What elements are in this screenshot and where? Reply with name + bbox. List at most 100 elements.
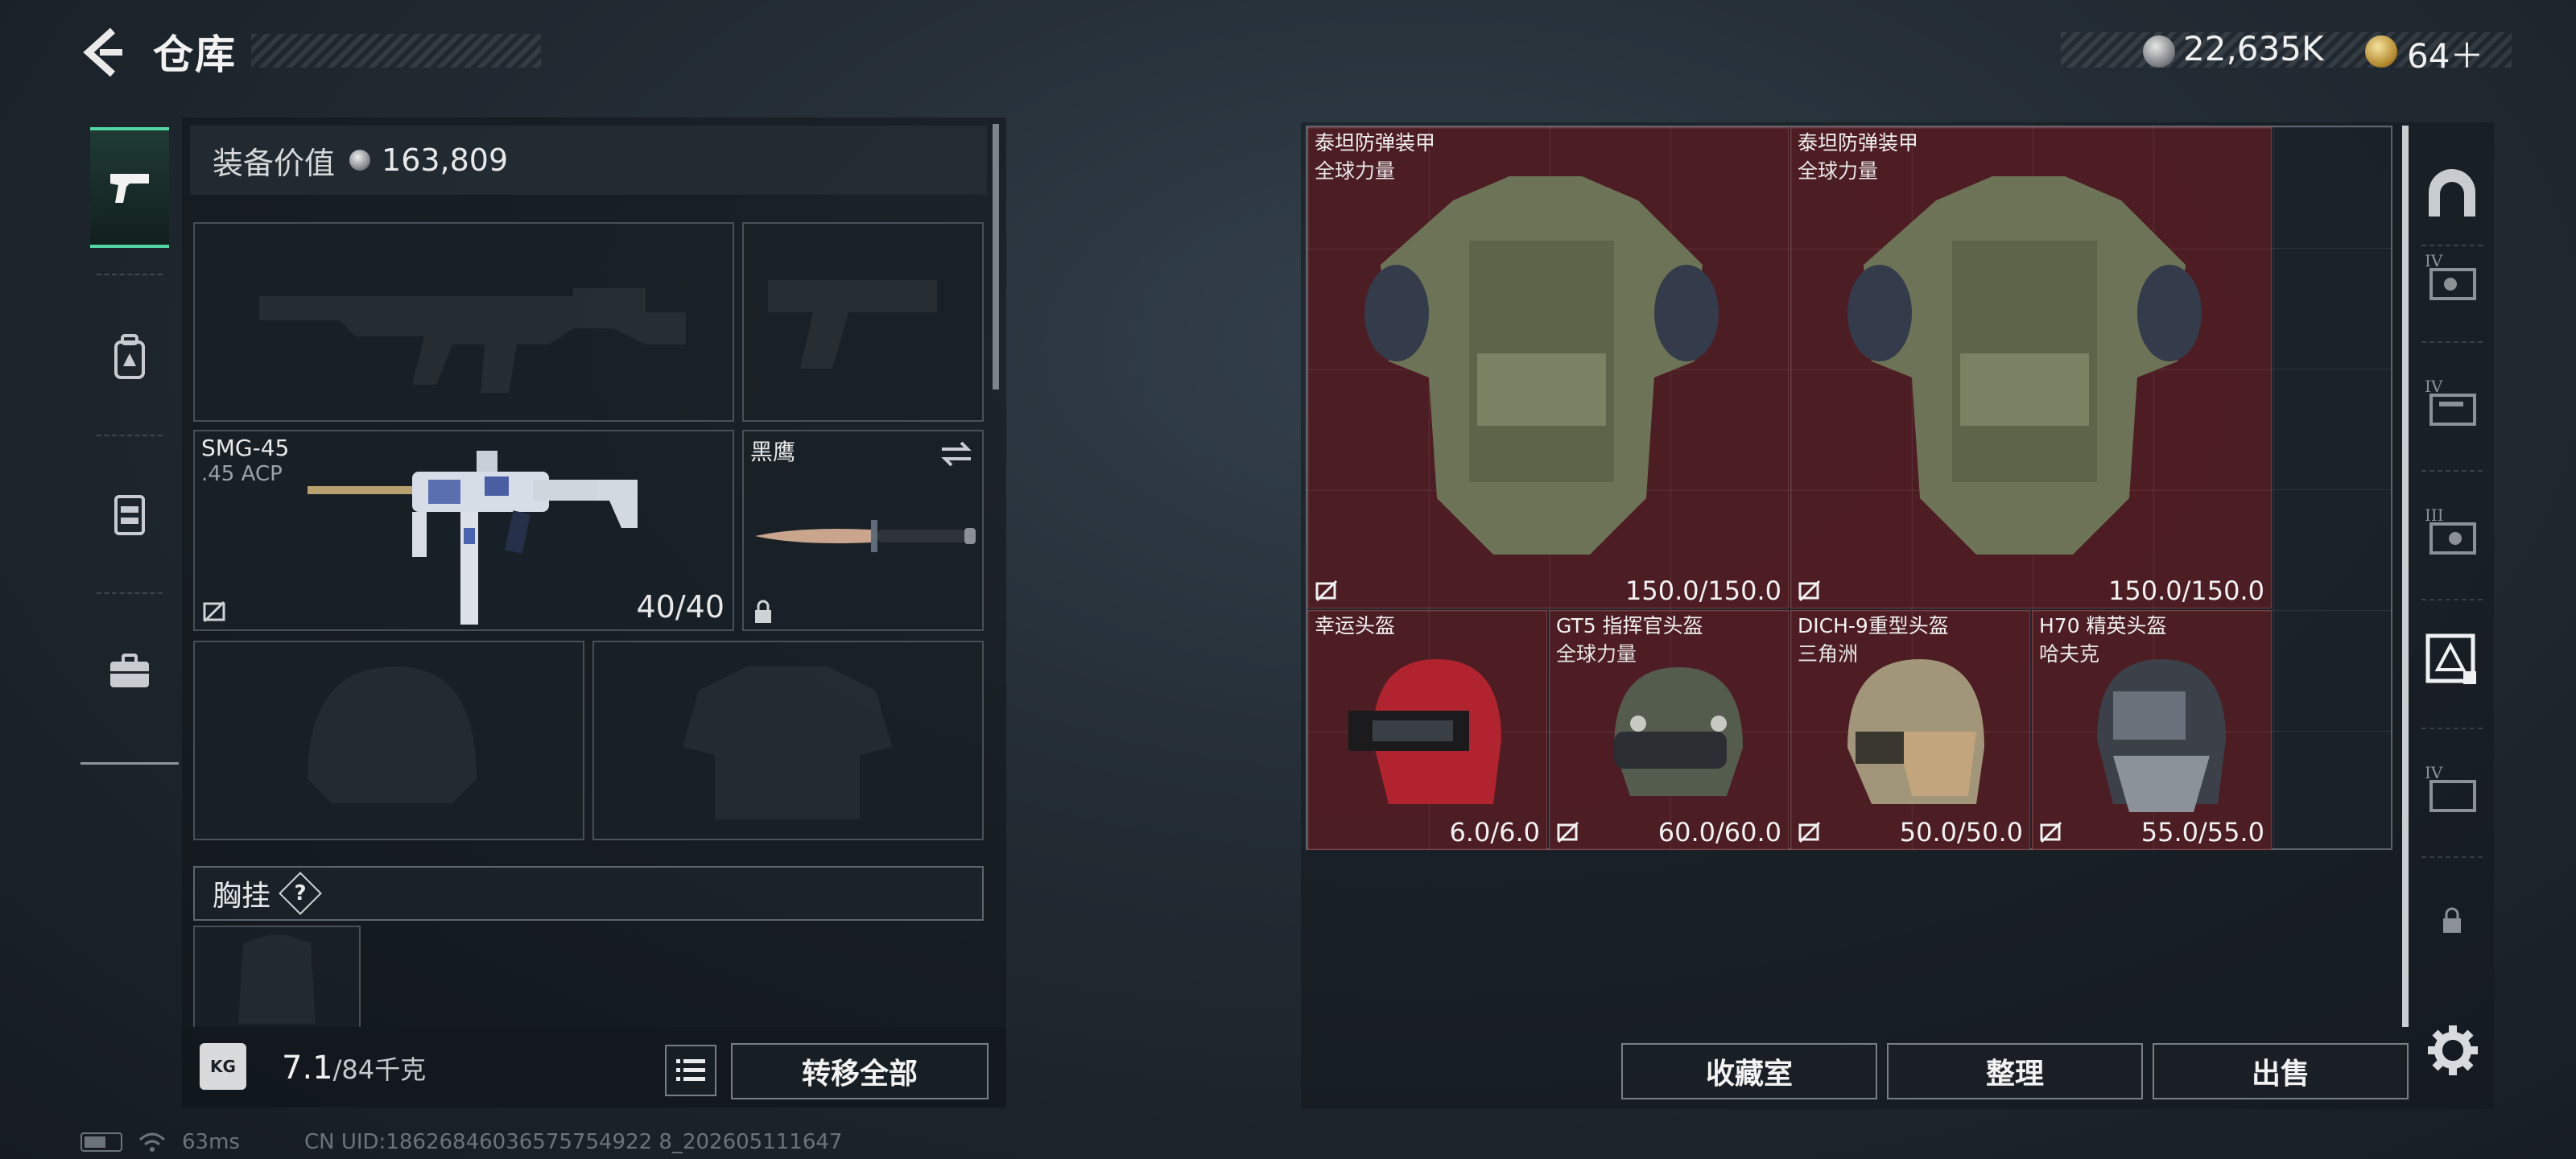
no-insure-icon [1557,821,1579,843]
silver-coin-icon [2143,35,2175,68]
storage-item-armor[interactable]: 泰坦防弹装甲 全球力量 150.0/150.0 [1307,127,1789,608]
gear-icon[interactable] [2425,1022,2481,1079]
item-name: 幸运头盔 [1315,614,1396,637]
svg-text:IV: IV [2425,251,2443,270]
no-insure-icon [203,600,225,623]
knife-icon [755,520,976,552]
item-durability: 150.0/150.0 [2108,575,2264,606]
armor-silhouette-icon [683,666,892,819]
item-name: GT5 指挥官头盔 [1556,614,1703,637]
help-icon[interactable]: ? [279,872,322,915]
transfer-all-button[interactable]: 转移全部 [731,1043,989,1099]
sell-button[interactable]: 出售 [2153,1043,2409,1099]
rig-silhouette-icon [238,935,316,1024]
item-durability: 55.0/55.0 [2140,817,2264,848]
item-durability: 6.0/6.0 [1449,817,1540,848]
storage-tab-5[interactable]: IV [2421,740,2483,837]
body-armor-icon [1364,176,1719,555]
storage-tab-3[interactable]: III [2421,483,2483,580]
sidebar-chest-rig[interactable] [90,452,169,573]
list-view-button[interactable] [665,1045,716,1096]
ping: 63ms [182,1130,240,1154]
storage-item-helmet[interactable]: H70 精英头盔 哈夫克 55.0/55.0 [2032,610,2272,850]
equipment-value-bar: 装备价值 163,809 [190,126,987,195]
helmet-silhouette-icon [308,666,477,803]
ammo-count: 40/40 [636,589,724,625]
chest-rig-label: 胸挂 [213,880,271,913]
silver-currency: 22,635K [2183,29,2324,68]
helmet-icon [2097,659,2226,812]
pistol-silhouette-icon [768,280,937,369]
wifi-icon [138,1132,166,1152]
storage-box-icon: IV [2425,377,2476,426]
item-durability: 60.0/60.0 [1657,817,1781,848]
storage-tab-4-active[interactable] [2421,612,2483,708]
weight-icon: KG [200,1043,246,1090]
chest-rig-slot-empty[interactable] [193,926,361,1030]
weapon-name: SMG-45 [201,435,290,461]
svg-text:IV: IV [2425,763,2443,782]
equipment-value: 163,809 [382,142,509,178]
rig-icon [114,495,145,535]
pistol-icon [110,174,149,203]
max-weight: /84千克 [332,1054,427,1085]
weapon-ammo: .45 ACP [201,462,283,486]
title-decoration [251,34,541,68]
pistol-slot-empty[interactable] [742,222,984,422]
helmet-icon [1614,667,1743,796]
melee-slot[interactable]: 黑鹰 [742,430,984,631]
lock-icon [2443,907,2461,933]
storage-item-helmet[interactable]: DICH-9重型头盔 三角洲 50.0/50.0 [1790,610,2030,850]
svg-text:IV: IV [2425,377,2443,396]
storage-item-helmet[interactable]: 幸运头盔 6.0/6.0 [1307,610,1547,850]
sidebar-backpack[interactable] [90,296,169,417]
armor-slot-empty[interactable] [592,641,984,840]
list-icon [676,1059,705,1081]
helmet-slot-empty[interactable] [193,641,584,840]
storage-tab-safehouse[interactable] [2421,145,2483,241]
primary-weapon-slot[interactable]: SMG-45 .45 ACP 40/40 [193,430,734,631]
lock-icon [755,600,771,623]
item-name: DICH-9重型头盔 [1798,614,1949,637]
briefcase-icon [110,654,149,687]
storage-box-icon: IV [2425,763,2476,812]
storage-box-icon [2425,633,2476,684]
current-weight: 7.1 [282,1050,333,1087]
svg-text:III: III [2425,505,2444,525]
storage-item-helmet[interactable]: GT5 指挥官头盔 全球力量 60.0/60.0 [1549,610,1789,850]
no-insure-icon [1798,821,1821,843]
storage-tab-1[interactable]: IV [2421,229,2483,325]
user-uid: CN UID:18626846036575754922 8_2026051116… [303,1130,843,1154]
page-title: 仓库 [153,31,237,78]
collection-button[interactable]: 收藏室 [1621,1043,1877,1099]
storage-item-armor[interactable]: 泰坦防弹装甲 全球力量 150.0/150.0 [1790,127,2272,608]
gold-coin-icon [2365,35,2397,68]
status-bar: 63ms CN UID:18626846036575754922 8_20260… [80,1130,842,1154]
primary-weapon-slot-empty[interactable] [193,222,734,422]
equipment-scrollbar[interactable] [993,124,999,390]
sort-button[interactable]: 整理 [1887,1043,2143,1099]
back-arrow-icon[interactable] [77,24,126,80]
rifle-silhouette-icon [259,288,686,393]
smg-weapon-icon [308,451,638,625]
safehouse-icon [2429,169,2475,217]
no-insure-icon [2040,821,2062,843]
swap-icon[interactable] [939,438,974,470]
storage-tab-locked[interactable] [2421,872,2483,969]
item-durability: 50.0/50.0 [1899,817,2023,848]
helmet-icon [1348,659,1501,804]
storage-box-icon: IV [2425,251,2476,300]
item-durability: 150.0/150.0 [1625,575,1781,606]
chest-rig-header: 胸挂 ? [193,866,984,921]
storage-tab-2[interactable]: IV [2421,354,2483,451]
storage-box-icon: III [2425,505,2476,555]
battery-icon [80,1132,122,1152]
gold-currency[interactable]: 64＋ [2407,29,2483,78]
no-insure-icon [1315,580,1338,602]
silver-coin-icon [349,150,371,171]
sidebar-weapons[interactable] [90,127,169,248]
item-name: H70 精英头盔 [2039,614,2167,637]
storage-scrollbar[interactable] [2402,126,2409,1027]
helmet-icon [1847,659,1984,804]
sidebar-case[interactable] [90,610,169,731]
